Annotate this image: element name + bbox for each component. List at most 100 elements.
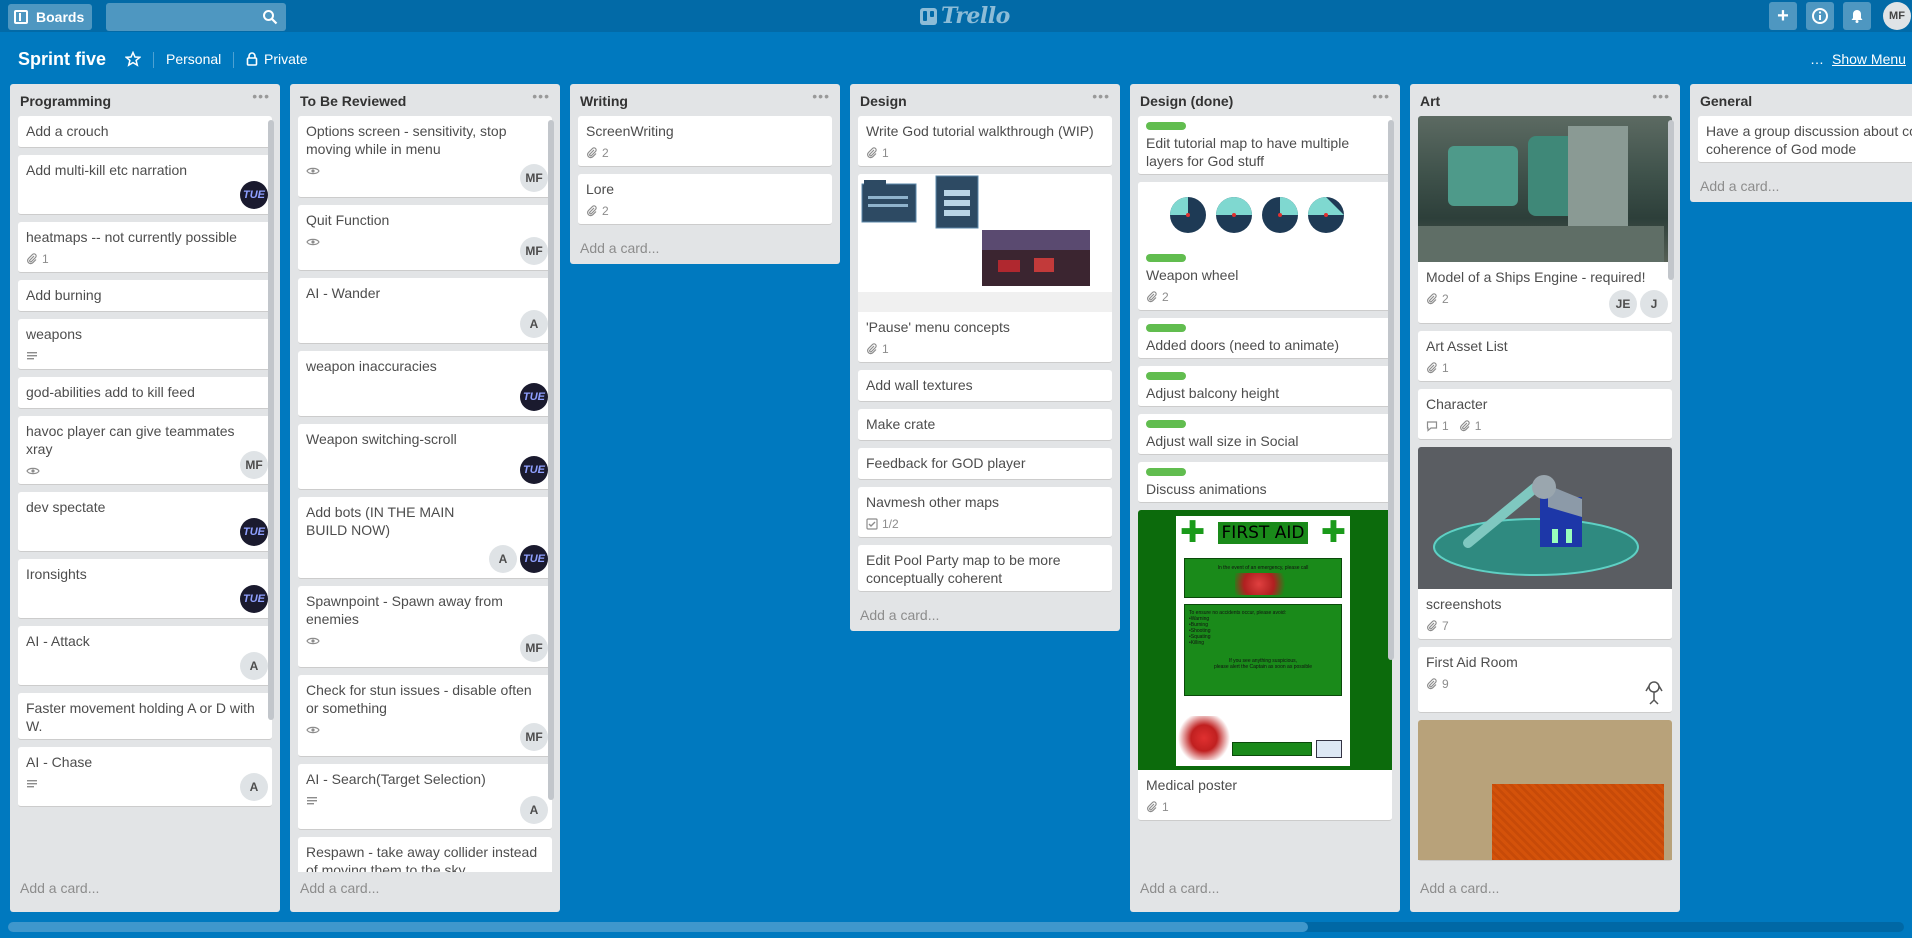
member-avatar[interactable]: MF <box>520 164 548 192</box>
card[interactable]: Spawnpoint - Spawn away from enemies MF <box>298 586 552 668</box>
member-avatar[interactable]: TUE <box>240 518 268 546</box>
user-avatar[interactable]: MF <box>1883 2 1911 30</box>
member-avatar[interactable]: TUE <box>240 585 268 613</box>
card[interactable]: First Aid Room 9 <box>1418 647 1672 713</box>
search-icon[interactable] <box>262 9 278 25</box>
show-menu-button[interactable]: … Show Menu <box>1810 51 1906 67</box>
member-avatar[interactable]: TUE <box>520 383 548 411</box>
card[interactable]: havoc player can give teammates xray MF <box>18 416 272 485</box>
card[interactable]: Weapon wheel 2 <box>1138 182 1392 311</box>
card[interactable]: Add burning <box>18 280 272 312</box>
board-scrollbar-thumb[interactable] <box>8 922 1308 932</box>
card[interactable]: Character 1 1 <box>1418 389 1672 440</box>
card[interactable]: dev spectate TUE <box>18 492 272 552</box>
card[interactable]: AI - Attack A <box>18 626 272 686</box>
card[interactable]: Navmesh other maps 1/2 <box>858 487 1112 538</box>
trello-logo[interactable]: Trello <box>920 3 1010 29</box>
visibility-button[interactable]: Private <box>264 51 308 67</box>
card[interactable]: weapon inaccuracies TUE <box>298 351 552 417</box>
card[interactable]: AI - Search(Target Selection) A <box>298 764 552 830</box>
card[interactable]: Edit Pool Party map to be more conceptua… <box>858 545 1112 592</box>
card[interactable]: Add wall textures <box>858 370 1112 402</box>
create-button[interactable]: + <box>1769 2 1797 30</box>
list-menu-icon[interactable]: ••• <box>252 88 270 104</box>
card[interactable]: Adjust balcony height <box>1138 366 1392 407</box>
add-card-button[interactable]: Add a card... <box>1130 872 1400 904</box>
notifications-button[interactable] <box>1843 2 1871 30</box>
card[interactable]: ✚ FIRST AID ✚ In the event of an emergen… <box>1138 510 1392 821</box>
member-avatar[interactable]: J <box>1640 290 1668 318</box>
list-title[interactable]: Programming <box>20 93 111 109</box>
add-card-button[interactable]: Add a card... <box>1410 872 1680 904</box>
member-avatar[interactable]: MF <box>520 237 548 265</box>
star-icon[interactable] <box>125 51 141 67</box>
member-avatar[interactable]: A <box>489 545 517 573</box>
list-menu-icon[interactable]: ••• <box>1092 88 1110 104</box>
member-avatar[interactable]: TUE <box>520 545 548 573</box>
card[interactable]: god-abilities add to kill feed <box>18 377 272 409</box>
list-title[interactable]: Art <box>1420 93 1440 109</box>
member-avatar[interactable]: MF <box>520 634 548 662</box>
list-scrollbar[interactable] <box>268 120 274 720</box>
card[interactable]: Make crate <box>858 409 1112 441</box>
card[interactable]: AI - Wander A <box>298 278 552 344</box>
list-title[interactable]: General <box>1700 93 1752 109</box>
card[interactable]: Have a group discussion about conceptual… <box>1698 116 1912 163</box>
card[interactable]: Model of a Ships Engine - required! 2 JE… <box>1418 116 1672 324</box>
card[interactable]: Add a crouch <box>18 116 272 148</box>
card[interactable]: Art Asset List 1 <box>1418 331 1672 382</box>
card[interactable]: Options screen - sensitivity, stop movin… <box>298 116 552 198</box>
team-button[interactable]: Personal <box>166 51 221 67</box>
card[interactable]: screenshots 7 <box>1418 447 1672 640</box>
card[interactable]: Edit tutorial map to have multiple layer… <box>1138 116 1392 175</box>
member-avatar[interactable]: JE <box>1609 290 1637 318</box>
card[interactable]: Adjust wall size in Social <box>1138 414 1392 455</box>
member-avatar[interactable]: TUE <box>240 181 268 209</box>
add-card-button[interactable]: Add a card... <box>10 872 280 904</box>
card[interactable]: heatmaps -- not currently possible 1 <box>18 222 272 273</box>
card[interactable]: Added doors (need to animate) <box>1138 318 1392 359</box>
list-title[interactable]: Writing <box>580 93 628 109</box>
card[interactable]: Faster movement holding A or D with W. <box>18 693 272 740</box>
card[interactable] <box>1418 720 1672 861</box>
list-scrollbar[interactable] <box>548 120 554 800</box>
add-card-button[interactable]: Add a card... <box>850 599 1120 631</box>
card[interactable]: ScreenWriting 2 <box>578 116 832 167</box>
card[interactable]: 'Pause' menu concepts 1 <box>858 174 1112 363</box>
list-menu-icon[interactable]: ••• <box>1372 88 1390 104</box>
list-scrollbar[interactable] <box>1388 120 1394 660</box>
card[interactable]: Respawn - take away collider instead of … <box>298 837 552 872</box>
add-card-button[interactable]: Add a card... <box>570 232 840 264</box>
card[interactable]: Feedback for GOD player <box>858 448 1112 480</box>
card[interactable]: Add bots (IN THE MAIN BUILD NOW) A TUE <box>298 497 552 579</box>
member-avatar[interactable]: MF <box>520 723 548 751</box>
member-avatar[interactable]: A <box>240 773 268 801</box>
list-scrollbar[interactable] <box>1668 120 1674 280</box>
search-box[interactable] <box>106 3 286 31</box>
member-avatar[interactable]: A <box>240 652 268 680</box>
board-title[interactable]: Sprint five <box>18 49 106 70</box>
list-menu-icon[interactable]: ••• <box>812 88 830 104</box>
list-title[interactable]: Design <box>860 93 907 109</box>
add-card-button[interactable]: Add a card... <box>290 872 560 904</box>
sketch-avatar[interactable] <box>1640 679 1668 707</box>
search-input[interactable] <box>106 3 286 31</box>
add-card-button[interactable]: Add a card... <box>1690 170 1912 202</box>
card[interactable]: Lore 2 <box>578 174 832 225</box>
card[interactable]: Add multi-kill etc narration TUE <box>18 155 272 215</box>
info-button[interactable] <box>1806 2 1834 30</box>
card[interactable]: Weapon switching-scroll TUE <box>298 424 552 490</box>
member-avatar[interactable]: TUE <box>520 456 548 484</box>
card[interactable]: Quit Function MF <box>298 205 552 271</box>
card[interactable]: Ironsights TUE <box>18 559 272 619</box>
card[interactable]: Discuss animations <box>1138 462 1392 503</box>
list-menu-icon[interactable]: ••• <box>532 88 550 104</box>
member-avatar[interactable]: MF <box>240 451 268 479</box>
member-avatar[interactable]: A <box>520 796 548 824</box>
card[interactable]: AI - Chase A <box>18 747 272 807</box>
list-menu-icon[interactable]: ••• <box>1652 88 1670 104</box>
member-avatar[interactable]: A <box>520 310 548 338</box>
card[interactable]: weapons <box>18 319 272 370</box>
card[interactable]: Check for stun issues - disable often or… <box>298 675 552 757</box>
card[interactable]: Write God tutorial walkthrough (WIP) 1 <box>858 116 1112 167</box>
